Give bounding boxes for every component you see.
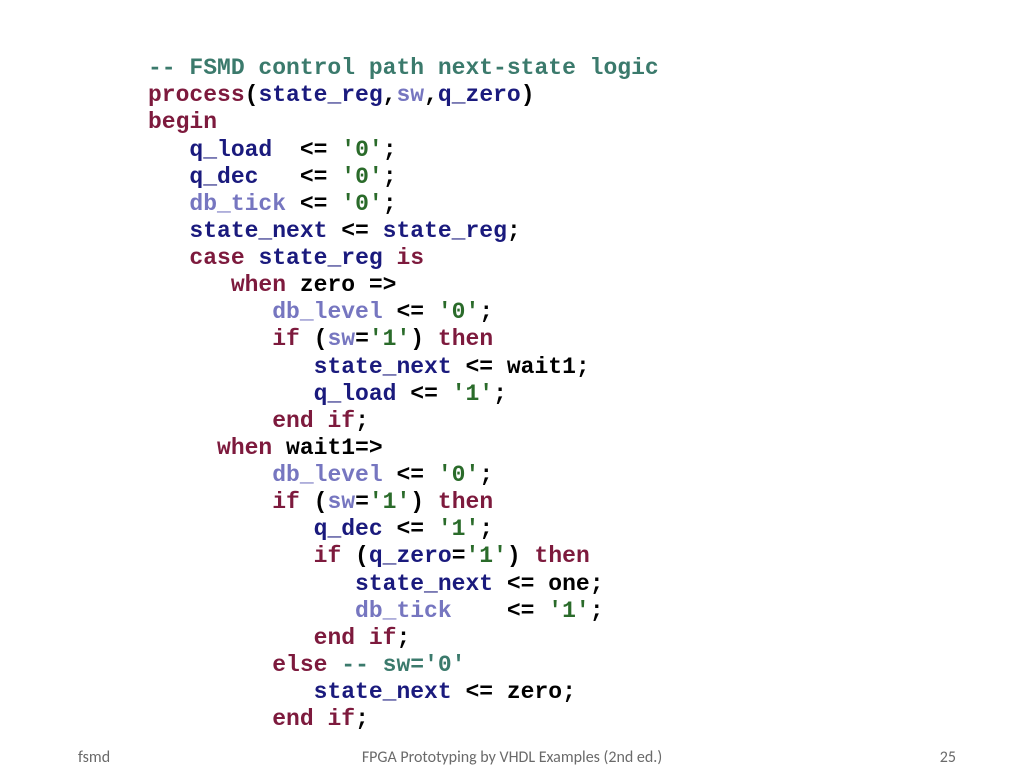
footer-page-number: 25 bbox=[940, 748, 956, 767]
footer-center: FPGA Prototyping by VHDL Examples (2nd e… bbox=[0, 748, 1024, 767]
code-line: -- FSMD control path next-state logic bbox=[148, 55, 659, 81]
code-block: -- FSMD control path next-state logic pr… bbox=[148, 28, 659, 733]
